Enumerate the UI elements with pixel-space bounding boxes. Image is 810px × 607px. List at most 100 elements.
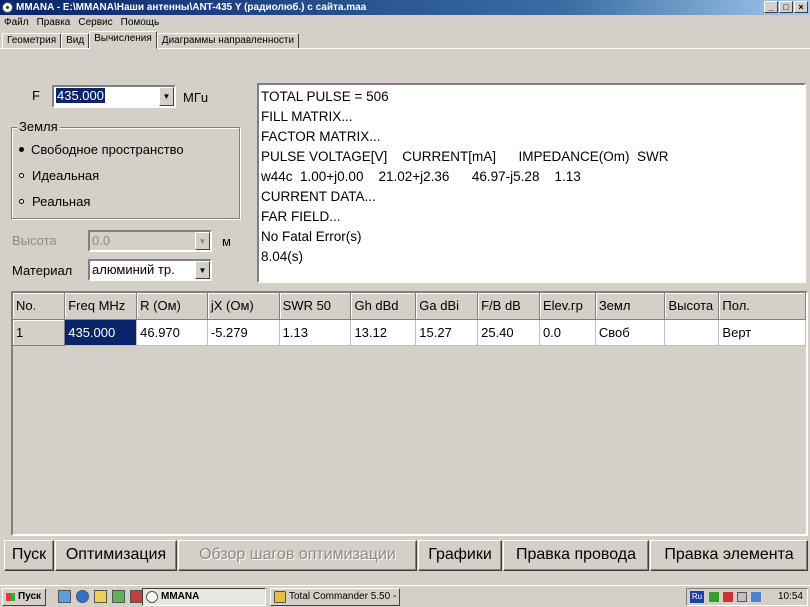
clock: 10:54 — [777, 591, 803, 602]
log-line: w44c 1.00+j0.00 21.02+j2.36 46.97-j5.28 … — [261, 169, 581, 184]
menu-service[interactable]: Сервис — [78, 15, 112, 30]
cell-pol[interactable]: Верт — [718, 319, 806, 346]
freq-value[interactable]: 435.000 — [56, 88, 105, 103]
freq-unit: MГu — [183, 90, 209, 105]
cell-jx[interactable]: -5.279 — [207, 319, 280, 346]
col-header-no[interactable]: No. — [13, 293, 66, 320]
desktop-icon[interactable] — [58, 590, 71, 603]
col-header-ga[interactable]: Ga dBi — [415, 293, 479, 320]
task-mmana[interactable]: MMANA — [142, 588, 266, 606]
menu-file[interactable]: Файл — [4, 15, 29, 30]
browser-icon[interactable] — [76, 590, 89, 603]
tab-strip: Геометрия Вид Вычисления Диаграммы напра… — [2, 31, 300, 49]
menu-edit[interactable]: Правка — [37, 15, 71, 30]
tab-calculations[interactable]: Вычисления — [89, 31, 157, 49]
material-value: алюминий тр. — [92, 262, 175, 277]
app-shortcut-icon[interactable] — [112, 590, 125, 603]
edit-wire-button[interactable]: Правка провода — [503, 540, 649, 571]
log-line: FACTOR MATRIX... — [261, 129, 381, 144]
radio-ideal[interactable]: Идеальная — [18, 168, 99, 183]
col-header-gh[interactable]: Gh dBd — [350, 293, 417, 320]
tab-geometry[interactable]: Геометрия — [2, 33, 62, 49]
optimize-button[interactable]: Оптимизация — [55, 540, 177, 571]
col-header-elev[interactable]: Elev.гр — [539, 293, 596, 320]
table-row[interactable]: 1 435.000 46.970 -5.279 1.13 13.12 15.27… — [13, 319, 806, 346]
graphs-button[interactable]: Графики — [418, 540, 502, 571]
height-combo[interactable]: 0.0 ▼ — [88, 230, 212, 252]
output-log[interactable]: TOTAL PULSE = 506 FILL MATRIX... FACTOR … — [257, 83, 806, 283]
radio-free-space[interactable]: Свободное пространство — [18, 142, 184, 157]
radio-real-label: Реальная — [32, 194, 91, 209]
app-icon[interactable] — [2, 2, 13, 13]
results-table: No. Freq MHz R (Ом) jX (Ом) SWR 50 Gh dB… — [13, 293, 806, 346]
cell-ga[interactable]: 15.27 — [415, 319, 479, 346]
cell-no[interactable]: 1 — [13, 319, 66, 346]
taskbar: Пуск MMANA Total Commander 5.50 - R... R… — [0, 585, 810, 607]
cell-fb[interactable]: 25.40 — [477, 319, 540, 346]
radio-real[interactable]: Реальная — [18, 194, 90, 209]
radio-dot-icon — [19, 199, 24, 204]
cell-gh[interactable]: 13.12 — [350, 319, 417, 346]
maximize-button[interactable]: □ — [779, 1, 793, 13]
height-unit: м — [222, 234, 231, 249]
menu-bar: Файл Правка Сервис Помощь — [0, 15, 810, 30]
radio-ideal-label: Идеальная — [32, 168, 100, 183]
menu-help[interactable]: Помощь — [121, 15, 160, 30]
col-header-swr[interactable]: SWR 50 — [279, 293, 352, 320]
start-button[interactable]: Пуск — [2, 588, 46, 606]
log-line: CURRENT DATA... — [261, 189, 376, 204]
tray-icon[interactable] — [751, 592, 761, 602]
col-header-pol[interactable]: Пол. — [718, 293, 806, 320]
language-indicator[interactable]: Ru — [690, 591, 704, 603]
col-header-r[interactable]: R (Ом) — [136, 293, 208, 320]
task-mmana-label: MMANA — [161, 591, 200, 602]
optimization-review-button[interactable]: Обзор шагов оптимизации — [178, 540, 417, 571]
edit-element-button[interactable]: Правка элемента — [650, 540, 808, 571]
tray-icon[interactable] — [723, 592, 733, 602]
material-label: Материал — [12, 263, 73, 278]
cell-height[interactable] — [664, 319, 720, 346]
cell-swr[interactable]: 1.13 — [279, 319, 352, 346]
system-tray: Ru 10:54 — [686, 588, 808, 606]
col-header-freq[interactable]: Freq MHz — [64, 293, 138, 320]
col-header-jx[interactable]: jX (Ом) — [207, 293, 280, 320]
height-value: 0.0 — [92, 233, 111, 248]
total-commander-icon — [274, 591, 286, 603]
folder-icon[interactable] — [94, 590, 107, 603]
tray-icon[interactable] — [709, 592, 719, 602]
col-header-fb[interactable]: F/B dB — [477, 293, 540, 320]
close-button[interactable]: × — [794, 1, 808, 13]
radio-dot-icon — [19, 173, 24, 178]
chevron-down-icon[interactable]: ▼ — [195, 232, 210, 250]
window-controls: _ □ × — [764, 1, 808, 13]
log-line: No Fatal Error(s) — [261, 229, 362, 244]
freq-label: F — [32, 88, 40, 103]
volume-icon[interactable] — [737, 592, 747, 602]
freq-combo[interactable]: 435.000 ▼ — [52, 85, 176, 108]
col-header-ground[interactable]: Земл — [595, 293, 666, 320]
task-tc-label: Total Commander 5.50 - R... — [289, 591, 399, 602]
height-label: Высота — [12, 233, 57, 248]
cell-ground[interactable]: Своб — [595, 319, 666, 346]
cell-freq[interactable]: 435.000 — [64, 319, 138, 346]
results-grid[interactable]: No. Freq MHz R (Ом) jX (Ом) SWR 50 Gh dB… — [11, 291, 808, 536]
mmana-window: MMANA - E:\MMANA\Наши антенны\ANT-435 Y … — [0, 0, 810, 607]
radio-dot-icon — [18, 146, 25, 153]
tab-view[interactable]: Вид — [61, 33, 90, 49]
title-bar[interactable]: MMANA - E:\MMANA\Наши антенны\ANT-435 Y … — [0, 0, 810, 15]
log-line: PULSE VOLTAGE[V] CURRENT[mA] IMPEDANCE(O… — [261, 149, 669, 164]
chevron-down-icon[interactable]: ▼ — [159, 87, 174, 106]
col-header-height[interactable]: Высота — [664, 293, 720, 320]
task-total-commander[interactable]: Total Commander 5.50 - R... — [270, 588, 400, 606]
grid-header-row: No. Freq MHz R (Ом) jX (Ом) SWR 50 Gh dB… — [13, 293, 806, 320]
radio-free-space-label: Свободное пространство — [31, 142, 184, 157]
tab-patterns[interactable]: Диаграммы направленности — [156, 33, 300, 49]
cell-elev[interactable]: 0.0 — [539, 319, 596, 346]
material-combo[interactable]: алюминий тр. ▼ — [88, 259, 212, 281]
log-line: FAR FIELD... — [261, 209, 341, 224]
start-calc-button[interactable]: Пуск — [4, 540, 54, 571]
mmana-task-icon — [146, 591, 158, 603]
minimize-button[interactable]: _ — [764, 1, 778, 13]
chevron-down-icon[interactable]: ▼ — [195, 261, 210, 279]
cell-r[interactable]: 46.970 — [136, 319, 208, 346]
